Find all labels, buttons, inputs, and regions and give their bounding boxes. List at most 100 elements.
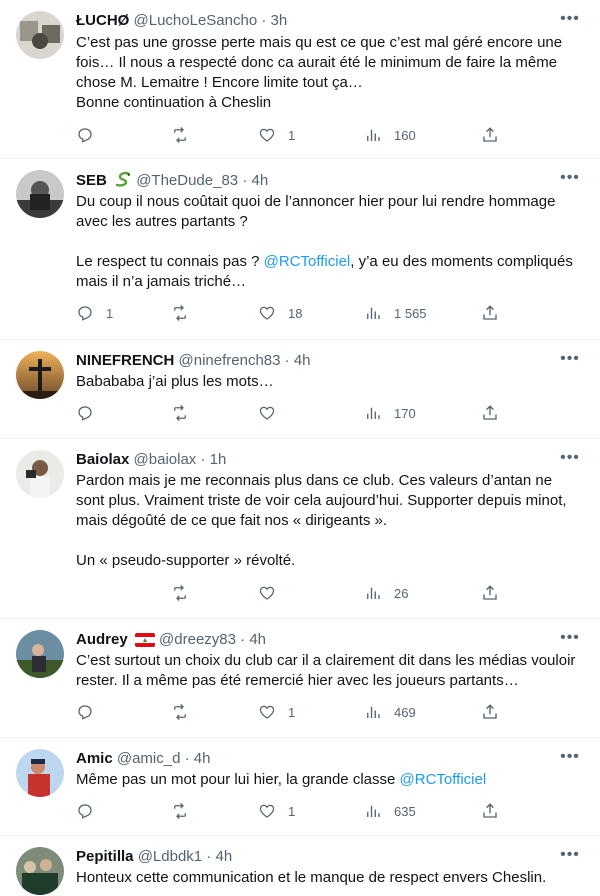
tweet[interactable]: NINEFRENCH @ninefrench83 · 4h ••• Bababa… (0, 340, 600, 439)
avatar[interactable] (16, 630, 64, 678)
separator: · (184, 750, 190, 767)
view-count: 170 (394, 405, 416, 421)
display-name[interactable]: Amic (76, 750, 113, 767)
display-name[interactable]: Audrey (76, 631, 128, 648)
like-icon (259, 406, 275, 420)
timestamp[interactable]: 1h (210, 451, 227, 468)
retweet-button[interactable] (171, 801, 201, 821)
like-button[interactable]: 18 (258, 303, 302, 323)
handle[interactable]: @ninefrench83 (179, 352, 281, 369)
timestamp[interactable]: 4h (194, 750, 211, 767)
flag-emoji-icon (134, 633, 155, 653)
reply-count: 1 (106, 305, 114, 321)
views-button[interactable]: 635 (364, 801, 416, 821)
share-icon (483, 305, 497, 320)
timestamp[interactable]: 4h (249, 631, 266, 648)
view-count: 160 (394, 127, 416, 143)
like-icon (259, 128, 275, 142)
share-button[interactable] (481, 702, 499, 722)
share-button[interactable] (481, 403, 499, 423)
tweet[interactable]: Audrey @dreezy83 · 4h ••• C’est surtout … (0, 619, 600, 738)
snake-emoji-icon (114, 170, 132, 194)
more-icon[interactable]: ••• (558, 630, 582, 653)
retweet-button[interactable] (171, 583, 201, 603)
reply-button[interactable] (76, 702, 106, 722)
handle[interactable]: @LuchoLeSancho (134, 12, 258, 29)
mention-link[interactable]: @RCTofficiel (400, 771, 487, 788)
tweet-actions: 1 18 1 565 (76, 303, 584, 323)
tweet[interactable]: ŁUCHØ @LuchoLeSancho · 3h ••• C’est pas … (0, 0, 600, 159)
more-icon[interactable]: ••• (558, 351, 582, 374)
reply-button[interactable] (76, 403, 106, 423)
like-button[interactable]: 1 (258, 702, 295, 722)
tweet-text: Du coup il nous coûtait quoi de l’annonc… (76, 192, 584, 292)
tweet[interactable]: Baiolax @baiolax · 1h ••• Pardon mais je… (0, 439, 600, 619)
like-icon (259, 586, 275, 600)
handle[interactable]: @amic_d (117, 750, 181, 767)
retweet-button[interactable] (171, 303, 201, 323)
timestamp[interactable]: 4h (252, 172, 269, 189)
view-count: 635 (394, 803, 416, 819)
share-button[interactable] (481, 801, 499, 821)
retweet-button[interactable] (171, 125, 201, 145)
like-icon (259, 306, 275, 320)
timestamp[interactable]: 4h (216, 848, 233, 865)
tweet[interactable]: Amic @amic_d · 4h ••• Même pas un mot po… (0, 738, 600, 836)
display-name[interactable]: Pepitilla (76, 848, 134, 865)
display-name[interactable]: NINEFRENCH (76, 352, 174, 369)
views-icon (367, 706, 380, 718)
tweet-text-part: Même pas un mot pour lui hier, la grande… (76, 771, 400, 788)
reply-icon (78, 705, 92, 720)
more-icon[interactable]: ••• (558, 11, 582, 34)
avatar[interactable] (16, 450, 64, 498)
handle[interactable]: @TheDude_83 (136, 172, 238, 189)
tweet-header: Baiolax @baiolax · 1h (76, 450, 560, 470)
avatar[interactable] (16, 749, 64, 797)
like-button[interactable]: 1 (258, 801, 295, 821)
avatar[interactable] (16, 170, 64, 218)
share-icon (483, 405, 497, 420)
display-name[interactable]: ŁUCHØ (76, 12, 129, 29)
display-name[interactable]: Baiolax (76, 451, 129, 468)
view-count: 1 565 (394, 305, 427, 321)
separator: · (200, 451, 206, 468)
views-button[interactable]: 160 (364, 125, 416, 145)
avatar[interactable] (16, 847, 64, 895)
timestamp[interactable]: 4h (294, 352, 311, 369)
avatar[interactable] (16, 11, 64, 59)
retweet-button[interactable] (171, 702, 201, 722)
retweet-button[interactable] (171, 403, 201, 423)
reply-button[interactable] (76, 125, 106, 145)
views-button[interactable]: 469 (364, 702, 416, 722)
views-button[interactable]: 26 (364, 583, 408, 603)
avatar[interactable] (16, 351, 64, 399)
handle[interactable]: @Ldbdk1 (138, 848, 202, 865)
like-count: 18 (288, 305, 303, 321)
reply-button[interactable] (76, 801, 106, 821)
tweet[interactable]: Pepitilla @Ldbdk1 · 4h ••• Honteux cette… (0, 836, 600, 896)
views-icon (367, 407, 380, 419)
like-button[interactable]: 1 (258, 125, 295, 145)
handle[interactable]: @dreezy83 (159, 631, 236, 648)
timestamp[interactable]: 3h (271, 12, 288, 29)
reply-button[interactable]: 1 (76, 303, 113, 323)
tweet[interactable]: SEB @TheDude_83 · 4h ••• Du coup il nous… (0, 159, 600, 340)
reply-icon (78, 306, 92, 321)
tweet-header: NINEFRENCH @ninefrench83 · 4h (76, 351, 560, 371)
share-button[interactable] (481, 303, 499, 323)
share-button[interactable] (481, 583, 499, 603)
like-button[interactable] (258, 403, 288, 423)
like-icon (259, 705, 275, 719)
more-icon[interactable]: ••• (558, 450, 582, 473)
views-button[interactable]: 170 (364, 403, 416, 423)
handle[interactable]: @baiolax (134, 451, 197, 468)
share-button[interactable] (481, 125, 499, 145)
like-button[interactable] (258, 583, 288, 603)
more-icon[interactable]: ••• (558, 749, 582, 772)
views-button[interactable]: 1 565 (364, 303, 427, 323)
more-icon[interactable]: ••• (558, 170, 582, 193)
more-icon[interactable]: ••• (558, 847, 582, 870)
display-name[interactable]: SEB (76, 172, 107, 189)
tweet-header: Pepitilla @Ldbdk1 · 4h (76, 847, 560, 867)
mention-link[interactable]: @RCTofficiel (264, 253, 351, 270)
